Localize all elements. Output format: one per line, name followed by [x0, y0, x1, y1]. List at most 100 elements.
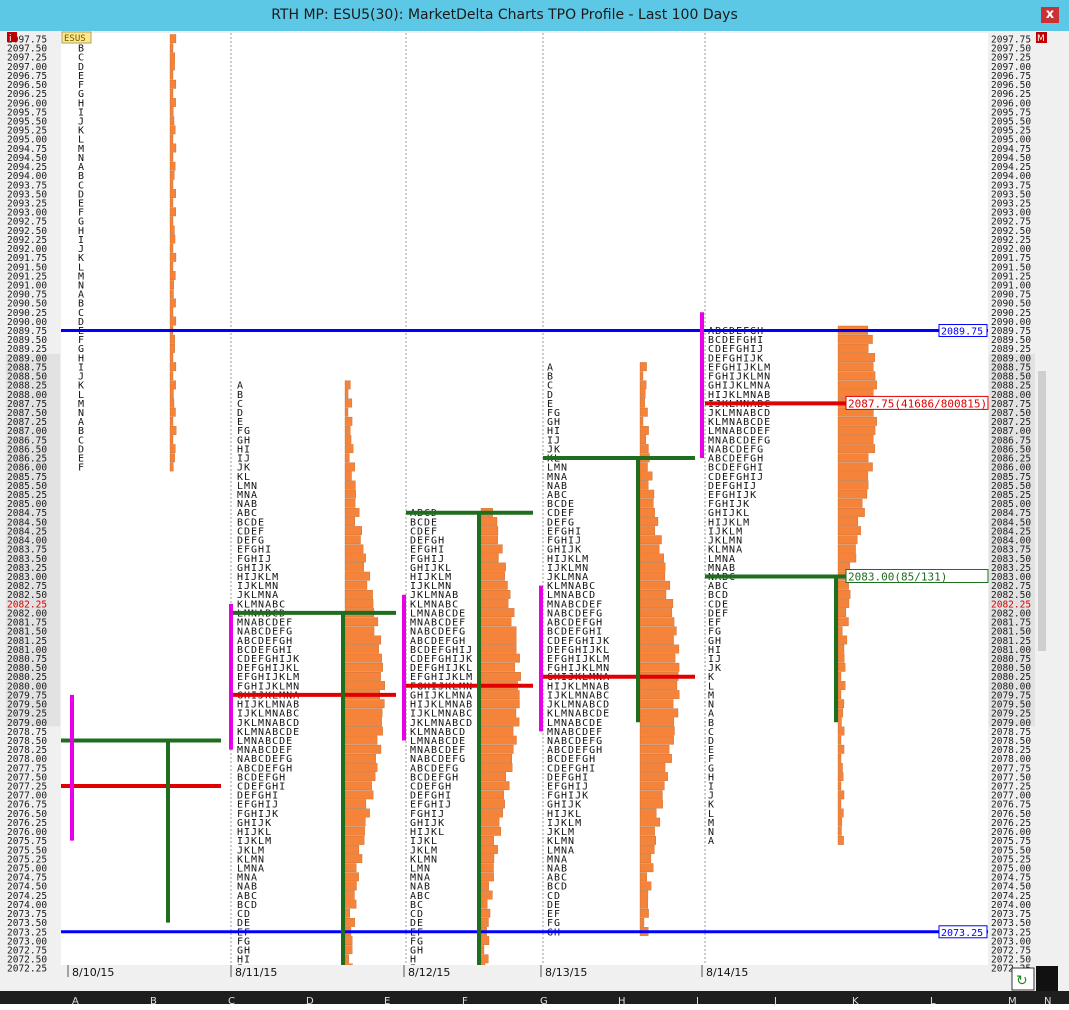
- profile-bar: [344, 954, 349, 964]
- profile-bar: [837, 535, 858, 545]
- date-axis-background: [61, 965, 988, 991]
- profile-bar: [169, 216, 174, 226]
- profile-bar: [480, 854, 495, 864]
- profile-bar: [837, 717, 842, 727]
- bottom-letter: D: [306, 996, 314, 1006]
- profile-bar: [344, 753, 376, 763]
- profile-bar: [837, 371, 876, 381]
- profile-bar: [480, 826, 502, 836]
- profile-bar: [480, 763, 513, 772]
- tpo-row: F: [78, 463, 85, 474]
- profile-bar: [837, 699, 845, 709]
- profile-bar: [639, 899, 649, 909]
- profile-bar: [344, 890, 355, 900]
- profile-bar: [169, 52, 176, 62]
- profile-bar: [344, 653, 382, 663]
- profile-bar: [639, 662, 680, 672]
- profile-bar: [480, 817, 500, 827]
- profile-bar: [480, 899, 488, 909]
- profile-bar: [639, 726, 675, 736]
- profile-bar: [837, 462, 873, 472]
- profile-bar: [639, 653, 676, 663]
- date-axis: 8/10/15 8/11/15 8/12/15 8/13/15 8/14/15: [61, 965, 988, 991]
- profile-bar: [639, 416, 644, 426]
- profile-bar: [344, 708, 383, 718]
- profile-bar: [480, 863, 494, 873]
- bottom-letter: E: [384, 996, 390, 1006]
- profile-bar: [639, 708, 679, 718]
- profile-bar: [169, 125, 176, 135]
- profile-bar: [169, 98, 176, 107]
- profile-bar: [344, 571, 371, 581]
- profile-bar: [837, 690, 842, 700]
- tpo-chart: 2097.752097.502097.252097.002096.752096.…: [0, 31, 1069, 1004]
- profile-bar: [344, 863, 357, 873]
- profile-bar: [639, 772, 668, 782]
- title-bar: RTH MP: ESU5(30): MarketDelta Charts TPO…: [0, 0, 1069, 31]
- profile-bar: [344, 635, 382, 645]
- profile-bar: [837, 416, 877, 426]
- profile-bar: [169, 462, 174, 472]
- profile-bar: [480, 772, 507, 782]
- profile-bar: [169, 444, 176, 454]
- profile-bar: [169, 189, 176, 198]
- symbol-badge-text: ESUS: [64, 34, 86, 44]
- profile-bar: [639, 580, 671, 590]
- profile-bar: [344, 671, 381, 681]
- profile-bar: [639, 480, 649, 490]
- profile-bar: [480, 526, 499, 536]
- profile-bar: [639, 872, 647, 882]
- profile-bar: [480, 544, 503, 554]
- bottom-letter: C: [228, 996, 235, 1006]
- profile-bar: [169, 116, 175, 126]
- profile-bar: [344, 835, 365, 845]
- profile-bar: [480, 690, 520, 700]
- profile-bar: [480, 671, 521, 681]
- profile-bar: [639, 881, 652, 891]
- profile-bar: [344, 562, 364, 572]
- profile-bar: [837, 653, 845, 663]
- profile-bar: [169, 207, 176, 217]
- profile-bar: [837, 799, 842, 809]
- profile-bar: [169, 389, 174, 399]
- profile-bar: [169, 34, 177, 44]
- profile-bar: [837, 708, 844, 718]
- profile-bar: [480, 590, 511, 599]
- profile-bar: [837, 526, 861, 536]
- profile-bar: [480, 744, 514, 754]
- profile-bar: [344, 662, 383, 672]
- profile-bar: [639, 535, 662, 545]
- profile-bar: [344, 717, 382, 727]
- profile-bar: [639, 471, 653, 481]
- bottom-letter: M: [1008, 996, 1017, 1006]
- profile-bar: [480, 617, 512, 627]
- bottom-letter-bar: A B C D E F G H I J K L M N: [0, 991, 1069, 1007]
- profile-bar: [344, 389, 349, 399]
- date-label: 8/12/15: [408, 966, 450, 979]
- profile-bar: [837, 444, 876, 454]
- profile-bar: [639, 562, 666, 572]
- profile-bar: [639, 517, 659, 526]
- date-label: 8/10/15: [72, 966, 114, 979]
- profile-bar: [639, 845, 655, 854]
- profile-bar: [344, 799, 367, 809]
- profile-bar: [639, 699, 674, 709]
- profile-bar: [639, 626, 677, 636]
- profile-bar: [344, 435, 352, 444]
- vertical-scrollbar[interactable]: [1038, 371, 1046, 651]
- profile-bar: [639, 908, 649, 918]
- profile-bar: [169, 353, 174, 362]
- profile-bar: [480, 881, 489, 891]
- profile-bar: [837, 753, 842, 763]
- close-button[interactable]: x: [1041, 7, 1059, 23]
- bottom-letters: A B C D E F G H I J K L M N: [72, 996, 1051, 1007]
- profile-bar: [837, 380, 877, 390]
- profile-bar: [837, 453, 869, 463]
- profile-bar: [169, 262, 174, 271]
- profile-bar: [169, 234, 176, 244]
- profile-bar: [639, 790, 663, 800]
- profile-bar: [344, 845, 360, 854]
- profile-bar: [837, 508, 865, 517]
- date-label: 8/14/15: [706, 966, 748, 979]
- profile-bar: [480, 799, 505, 809]
